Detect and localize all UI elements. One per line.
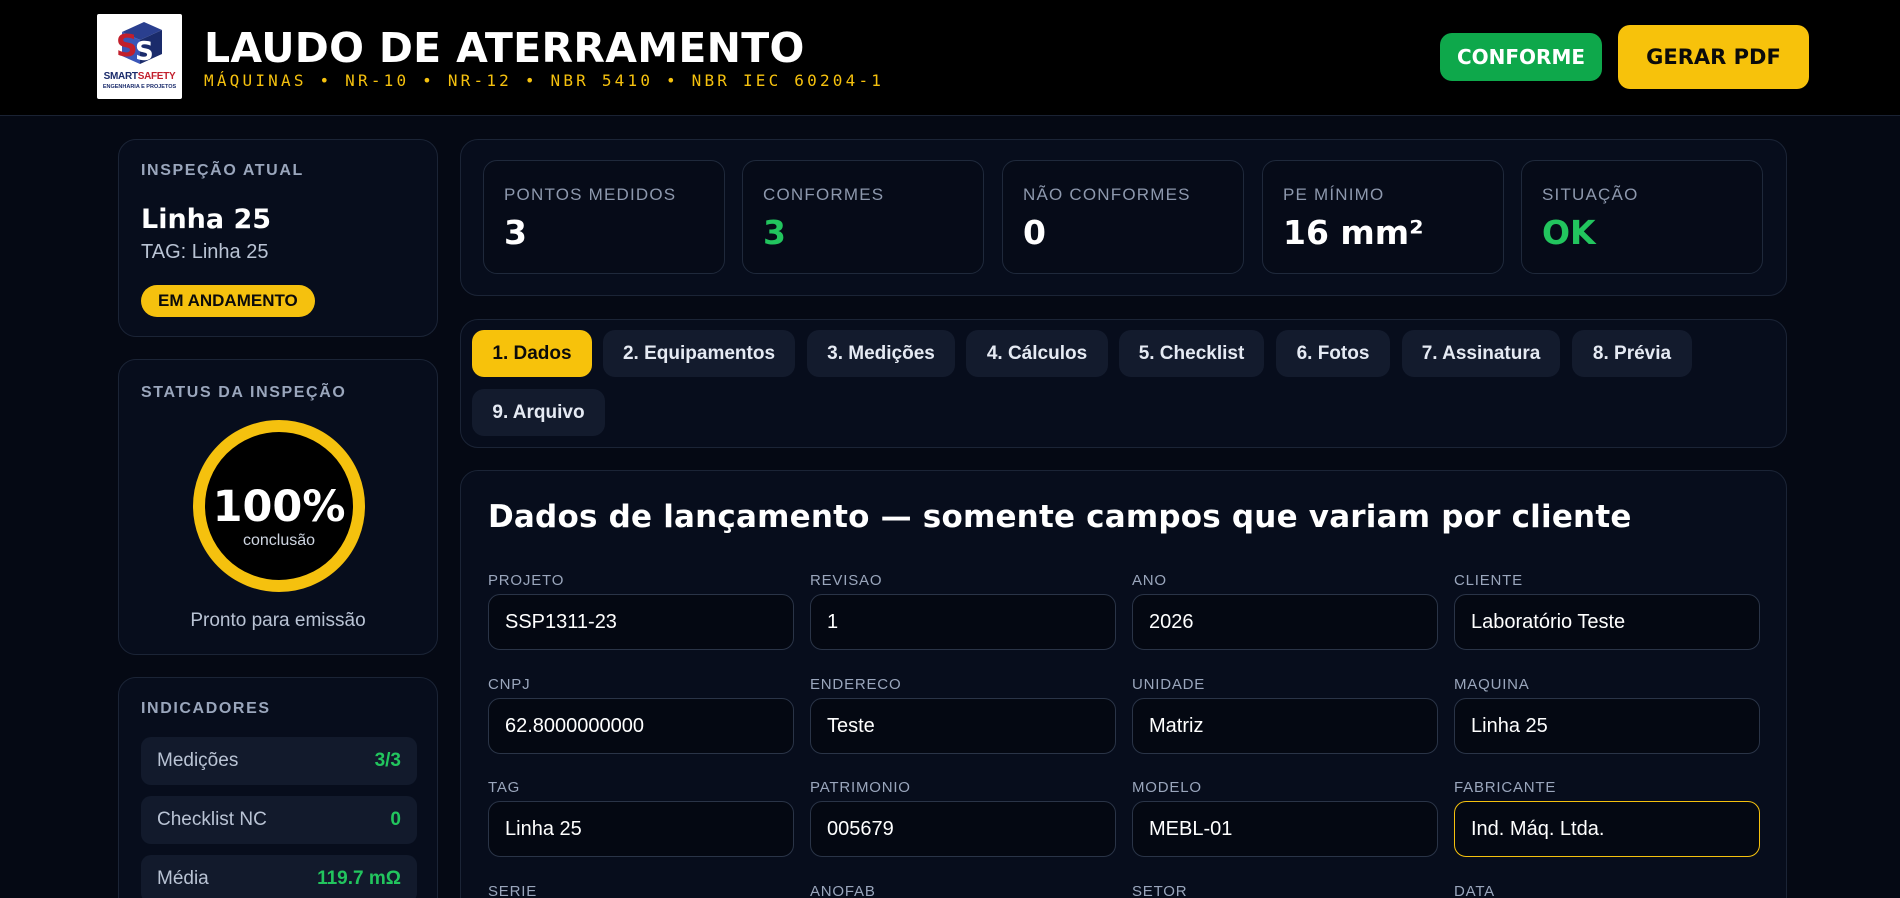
- field-label: ANO: [1132, 572, 1167, 589]
- tab-arquivo[interactable]: 9. Arquivo: [472, 389, 605, 436]
- fabricante-field[interactable]: [1454, 801, 1760, 857]
- stat-label: SITUAÇÃO: [1542, 185, 1639, 204]
- cliente-field[interactable]: [1454, 594, 1760, 650]
- completion-caption: conclusão: [242, 532, 316, 549]
- indicator-row: Checklist NC 0: [141, 796, 417, 844]
- field-label: PATRIMONIO: [810, 779, 911, 796]
- app-header: S S SMARTSAFETY ENGENHARIA E PROJETOS LA…: [0, 0, 1900, 116]
- logo-mark-icon: S S: [116, 22, 162, 67]
- field-label: DATA: [1454, 883, 1495, 898]
- field-label: REVISAO: [810, 572, 883, 589]
- generate-pdf-button[interactable]: GERAR PDF: [1618, 25, 1809, 89]
- modelo-field[interactable]: [1132, 801, 1438, 857]
- indicator-key: Checklist NC: [157, 809, 267, 830]
- page-title: LAUDO DE ATERRAMENTO: [204, 24, 805, 72]
- patrimonio-field[interactable]: [810, 801, 1116, 857]
- tab-calculos[interactable]: 4. Cálculos: [966, 330, 1108, 377]
- completion-percent: 100%: [212, 482, 346, 532]
- field-label: ANOFAB: [810, 883, 876, 898]
- tab-fotos[interactable]: 6. Fotos: [1276, 330, 1390, 377]
- indicator-value: 119.7 mΩ: [317, 868, 401, 889]
- current-inspection-card: INSPEÇÃO ATUAL Linha 25 TAG: Linha 25 EM…: [118, 139, 438, 337]
- stat-pe-minimo: PE MÍNIMO 16 mm²: [1262, 160, 1504, 274]
- logo-tagline: ENGENHARIA E PROJETOS: [102, 84, 177, 90]
- stat-value: 0: [1023, 213, 1046, 252]
- status-badge: EM ANDAMENTO: [141, 285, 315, 317]
- field-label: TAG: [488, 779, 521, 796]
- stat-label: PONTOS MEDIDOS: [504, 185, 677, 204]
- inspection-status-card: STATUS DA INSPEÇÃO 100% conclusão Pronto…: [118, 359, 438, 655]
- stat-value: 16 mm²: [1283, 213, 1424, 252]
- tab-assinatura[interactable]: 7. Assinatura: [1402, 330, 1560, 377]
- field-label: MAQUINA: [1454, 676, 1530, 693]
- ready-status-text: Pronto para emissão: [190, 610, 366, 631]
- stat-label: PE MÍNIMO: [1283, 185, 1385, 204]
- revisao-field[interactable]: [810, 594, 1116, 650]
- stat-pontos-medidos: PONTOS MEDIDOS 3: [483, 160, 725, 274]
- cnpj-field[interactable]: [488, 698, 794, 754]
- inspection-status-label: STATUS DA INSPEÇÃO: [141, 384, 347, 401]
- tab-dados[interactable]: 1. Dados: [472, 330, 592, 377]
- conforme-button[interactable]: CONFORME: [1440, 33, 1602, 81]
- logo-brand: SMARTSAFETY: [103, 71, 176, 82]
- inspection-tag: TAG: Linha 25: [141, 241, 269, 263]
- indicator-key: Média: [157, 868, 209, 889]
- stat-nao-conformes: NÃO CONFORMES 0: [1002, 160, 1244, 274]
- field-label: CLIENTE: [1454, 572, 1523, 589]
- field-label: MODELO: [1132, 779, 1202, 796]
- indicator-value: 0: [390, 809, 401, 830]
- field-label: PROJETO: [488, 572, 565, 589]
- projeto-field[interactable]: [488, 594, 794, 650]
- field-label: CNPJ: [488, 676, 531, 693]
- maquina-field[interactable]: [1454, 698, 1760, 754]
- completion-ring: 100% conclusão: [193, 420, 365, 592]
- stat-value: OK: [1542, 213, 1596, 252]
- stat-value: 3: [504, 213, 527, 252]
- tab-previa[interactable]: 8. Prévia: [1572, 330, 1692, 377]
- stat-situacao: SITUAÇÃO OK: [1521, 160, 1763, 274]
- indicator-key: Medições: [157, 750, 239, 771]
- svg-text:S: S: [135, 37, 154, 67]
- inspection-name: Linha 25: [141, 204, 272, 235]
- tag-field[interactable]: [488, 801, 794, 857]
- field-label: SERIE: [488, 883, 538, 898]
- indicators-label: INDICADORES: [141, 700, 271, 717]
- indicators-card: INDICADORES Medições 3/3 Checklist NC 0 …: [118, 677, 438, 898]
- stat-label: NÃO CONFORMES: [1023, 185, 1191, 204]
- indicator-row: Média 119.7 mΩ: [141, 855, 417, 898]
- tab-equipamentos[interactable]: 2. Equipamentos: [603, 330, 795, 377]
- field-label: FABRICANTE: [1454, 779, 1557, 796]
- field-label: SETOR: [1132, 883, 1188, 898]
- field-label: UNIDADE: [1132, 676, 1206, 693]
- company-logo: S S SMARTSAFETY ENGENHARIA E PROJETOS: [97, 14, 182, 99]
- form-title: Dados de lançamento — somente campos que…: [488, 499, 1632, 535]
- unidade-field[interactable]: [1132, 698, 1438, 754]
- current-inspection-label: INSPEÇÃO ATUAL: [141, 162, 304, 179]
- stat-value: 3: [763, 213, 786, 252]
- tab-medicoes[interactable]: 3. Medições: [807, 330, 955, 377]
- tab-checklist[interactable]: 5. Checklist: [1119, 330, 1264, 377]
- stat-conformes: CONFORMES 3: [742, 160, 984, 274]
- endereco-field[interactable]: [810, 698, 1116, 754]
- page-subtitle: MÁQUINAS • NR-10 • NR-12 • NBR 5410 • NB…: [204, 71, 885, 90]
- indicator-value: 3/3: [374, 750, 401, 771]
- indicator-row: Medições 3/3: [141, 737, 417, 785]
- ano-field[interactable]: [1132, 594, 1438, 650]
- stat-label: CONFORMES: [763, 185, 885, 204]
- field-label: ENDERECO: [810, 676, 902, 693]
